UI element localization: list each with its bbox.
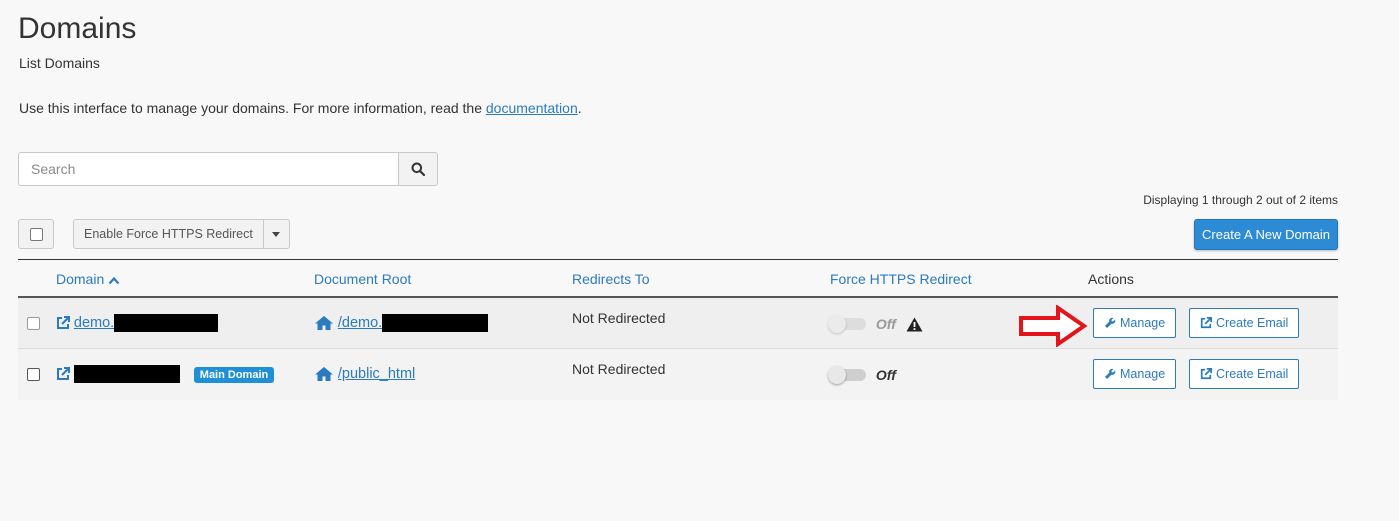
select-all-checkbox[interactable]	[18, 219, 54, 249]
annotation-arrow-icon	[1018, 304, 1088, 352]
document-root-cell: /public_html	[314, 365, 415, 382]
search-icon	[411, 162, 425, 176]
caret-down-icon	[272, 231, 281, 237]
domain-link[interactable]: demo.	[74, 315, 114, 331]
column-header-force-https[interactable]: Force HTTPS Redirect	[830, 271, 972, 287]
row-checkbox[interactable]	[27, 368, 40, 384]
create-email-button-label: Create Email	[1216, 367, 1289, 381]
toggle-knob	[828, 315, 846, 334]
domain-cell: demo.	[56, 314, 219, 333]
document-root-link[interactable]: /demo.	[338, 315, 382, 331]
create-email-button[interactable]: Create Email	[1189, 359, 1300, 389]
redacted-text	[382, 314, 489, 333]
wrench-icon	[1104, 368, 1116, 380]
intro-text-body: Use this interface to manage your domain…	[19, 100, 486, 116]
pagination-summary: Displaying 1 through 2 out of 2 items	[1143, 193, 1338, 207]
create-email-button-label: Create Email	[1216, 316, 1289, 330]
column-header-document-root[interactable]: Document Root	[314, 271, 411, 287]
force-https-cell: Off	[828, 366, 896, 385]
enable-force-https-button[interactable]: Enable Force HTTPS Redirect	[73, 219, 264, 249]
checkbox-square	[27, 368, 40, 381]
toggle-knob	[828, 366, 846, 385]
force-https-toggle[interactable]	[828, 315, 866, 334]
create-email-button[interactable]: Create Email	[1189, 308, 1300, 338]
redacted-text	[73, 365, 180, 384]
force-https-cell: Off	[828, 315, 923, 334]
external-link-icon[interactable]	[56, 367, 70, 381]
search-input[interactable]	[18, 152, 398, 186]
intro-text: Use this interface to manage your domain…	[19, 100, 582, 116]
manage-button-label: Manage	[1120, 367, 1166, 381]
bulk-action-split-button: Enable Force HTTPS Redirect	[73, 219, 290, 249]
document-root-link[interactable]: /public_html	[338, 366, 415, 382]
manage-button[interactable]: Manage	[1093, 359, 1177, 389]
page-subtitle: List Domains	[19, 55, 100, 71]
column-header-domain[interactable]: Domain	[56, 271, 120, 287]
checkbox-square	[29, 227, 43, 241]
domains-table: Domain Document Root Redirects To Force …	[18, 259, 1338, 400]
external-link-icon[interactable]	[56, 316, 70, 330]
sort-ascending-icon	[108, 276, 120, 285]
redirects-to-value: Not Redirected	[572, 361, 666, 377]
intro-text-end: .	[577, 100, 582, 116]
table-header: Domain Document Root Redirects To Force …	[18, 259, 1338, 298]
home-icon[interactable]	[314, 315, 334, 331]
external-link-icon	[1200, 368, 1212, 380]
domain-cell: Main Domain	[56, 365, 275, 384]
column-header-domain-label: Domain	[56, 271, 105, 287]
manage-button-label: Manage	[1120, 316, 1166, 330]
table-row: Main Domain /public_html Not Redirected …	[18, 349, 1338, 400]
main-domain-badge: Main Domain	[193, 367, 275, 383]
checkbox-square	[27, 317, 40, 330]
force-https-status: Off	[875, 367, 896, 384]
home-icon[interactable]	[314, 366, 334, 382]
wrench-icon	[1104, 317, 1116, 329]
column-header-redirects-to[interactable]: Redirects To	[572, 271, 650, 287]
search-group	[18, 152, 438, 186]
page-title: Domains	[18, 12, 137, 45]
table-row: demo. /demo. Not Redirected Off Manage C…	[18, 298, 1338, 349]
create-new-domain-button[interactable]: Create A New Domain	[1194, 219, 1338, 250]
external-link-icon	[1200, 317, 1212, 329]
warning-icon[interactable]	[906, 317, 923, 332]
force-https-status: Off	[875, 316, 896, 333]
bulk-action-dropdown-toggle[interactable]	[263, 219, 290, 249]
column-header-actions: Actions	[1088, 271, 1134, 287]
row-checkbox[interactable]	[27, 317, 40, 333]
redacted-text	[114, 314, 219, 333]
force-https-toggle[interactable]	[828, 366, 866, 385]
manage-button[interactable]: Manage	[1093, 308, 1177, 338]
redirects-to-value: Not Redirected	[572, 310, 666, 326]
documentation-link[interactable]: documentation	[486, 100, 578, 116]
document-root-cell: /demo.	[314, 314, 489, 333]
search-button[interactable]	[398, 152, 438, 186]
